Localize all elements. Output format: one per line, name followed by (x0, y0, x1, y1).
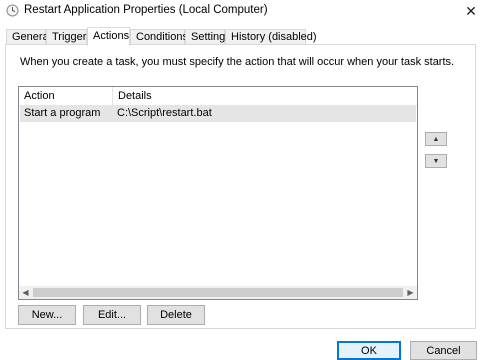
close-icon: ✕ (465, 2, 477, 19)
scroll-right-icon[interactable]: ▶ (404, 286, 417, 299)
arrow-up-icon: ▲ (432, 135, 440, 143)
scroll-left-icon[interactable]: ◀ (19, 286, 32, 299)
table-row[interactable]: Start a program C:\Script\restart.bat (20, 105, 416, 122)
close-button[interactable]: ✕ (457, 0, 485, 22)
row-action-cell: Start a program (24, 107, 101, 119)
ok-button[interactable]: OK (337, 341, 401, 360)
arrow-down-icon: ▼ (432, 157, 440, 165)
tab-general[interactable]: General (6, 29, 51, 45)
new-button[interactable]: New... (18, 305, 76, 325)
delete-button[interactable]: Delete (147, 305, 205, 325)
tab-actions[interactable]: Actions (87, 27, 130, 46)
tab-triggers[interactable]: Triggers (46, 29, 92, 45)
title-bar: Restart Application Properties (Local Co… (0, 0, 485, 22)
edit-button[interactable]: Edit... (83, 305, 141, 325)
row-details-cell: C:\Script\restart.bat (117, 107, 212, 119)
task-clock-icon (6, 4, 19, 17)
move-down-button[interactable]: ▼ (425, 154, 447, 168)
actions-description: When you create a task, you must specify… (20, 56, 455, 68)
tab-history[interactable]: History (disabled) (225, 29, 317, 45)
column-header-action[interactable]: Action (19, 87, 112, 105)
horizontal-scrollbar[interactable]: ◀ ▶ (19, 286, 417, 299)
tab-conditions[interactable]: Conditions (130, 29, 188, 45)
column-header-details[interactable]: Details (113, 87, 413, 105)
list-header: Action Details (19, 87, 417, 106)
move-up-button[interactable]: ▲ (425, 132, 447, 146)
scroll-thumb[interactable] (33, 288, 403, 297)
cancel-button[interactable]: Cancel (410, 341, 477, 360)
actions-list[interactable]: Action Details Start a program C:\Script… (18, 86, 418, 300)
tab-settings[interactable]: Settings (185, 29, 231, 45)
window-title: Restart Application Properties (Local Co… (24, 4, 268, 16)
